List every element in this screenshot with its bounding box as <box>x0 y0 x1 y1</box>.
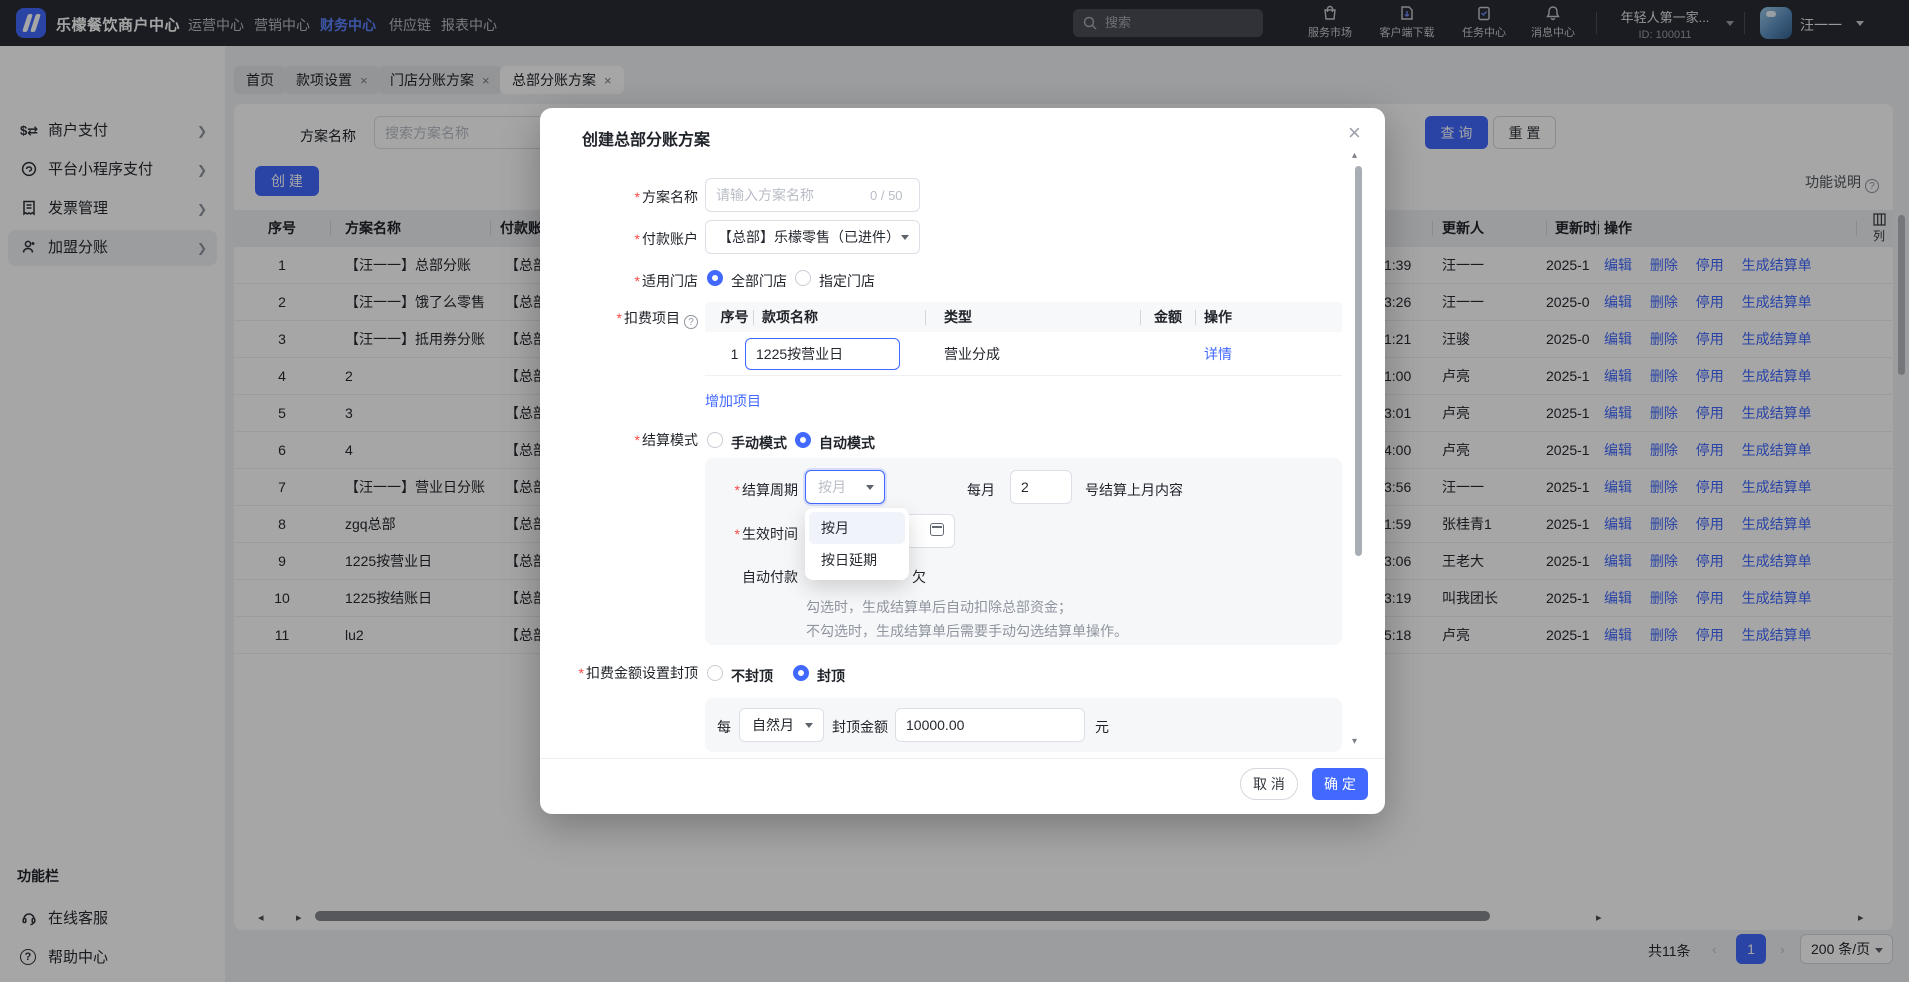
required-asterisk: * <box>734 482 740 498</box>
radio-no-cap[interactable] <box>707 665 723 681</box>
radio-specified-stores[interactable] <box>795 270 811 286</box>
item-detail-link[interactable]: 详情 <box>1204 332 1232 376</box>
chevron-down-icon <box>901 235 909 240</box>
deduction-items-label: * 扣费项目? <box>568 308 698 329</box>
stores-label: * 适用门店 <box>634 273 698 289</box>
footer-divider <box>540 758 1385 759</box>
auto-pay-label: 自动付款 <box>742 569 798 585</box>
settlement-cycle-label: * 结算周期 <box>734 482 798 498</box>
auto-mode-panel: *结算周期 按月 每月 号结算上月内容 *生效时间 自动付款 欠 勾选时，生成结… <box>705 458 1342 645</box>
modal-scrollbar[interactable] <box>1355 166 1362 556</box>
chevron-down-icon <box>866 485 874 490</box>
radio-manual-mode-label[interactable]: 手动模式 <box>731 433 787 453</box>
settlement-day-input[interactable] <box>1010 470 1072 504</box>
close-icon[interactable]: × <box>1348 120 1361 146</box>
payer-account-label: * 付款账户 <box>634 231 698 247</box>
radio-cap[interactable] <box>793 665 809 681</box>
required-asterisk: * <box>616 310 622 326</box>
auto-pay-help-line2: 不勾选时，生成结算单后需要手动勾选结算单操作。 <box>806 623 1128 639</box>
column-divider <box>753 310 754 325</box>
item-type: 营业分成 <box>944 346 1000 362</box>
required-asterisk: * <box>578 665 584 681</box>
auto-pay-help-line1: 勾选时，生成结算单后自动扣除总部资金； <box>806 599 1072 615</box>
plan-name-label: * 方案名称 <box>634 189 698 205</box>
column-divider <box>1140 310 1141 325</box>
cap-amount-input[interactable] <box>895 708 1085 742</box>
radio-specified-stores-label[interactable]: 指定门店 <box>819 271 875 291</box>
required-asterisk: * <box>634 432 640 448</box>
monthly-suffix: 号结算上月内容 <box>1085 482 1183 498</box>
radio-cap-label[interactable]: 封顶 <box>817 666 845 686</box>
cap-panel: 每 自然月 封顶金额 元 <box>705 698 1342 752</box>
radio-auto-mode[interactable] <box>795 432 811 448</box>
item-table-header: 序号 款项名称 类型 金额 操作 <box>705 302 1342 332</box>
dropdown-option-daily-deferred[interactable]: 按日延期 <box>809 544 905 576</box>
settlement-mode-label: * 结算模式 <box>634 432 698 448</box>
app-screen: 乐檬餐饮商户中心 运营中心 营销中心 财务中心 供应链 报表中心 服务市场 客户… <box>0 0 1909 982</box>
required-asterisk: * <box>634 189 640 205</box>
item-table-row: 1 营业分成 详情 <box>705 332 1342 376</box>
scroll-down-icon[interactable]: ▾ <box>1352 736 1357 747</box>
auto-pay-text-fragment: 欠 <box>912 569 926 585</box>
payer-account-select[interactable]: 【总部】乐檬零售（已进件） <box>705 220 920 254</box>
confirm-button[interactable]: 确 定 <box>1312 768 1368 800</box>
calendar-icon <box>930 523 944 536</box>
effective-time-label: * 生效时间 <box>734 526 798 542</box>
radio-no-cap-label[interactable]: 不封顶 <box>731 666 773 686</box>
radio-manual-mode[interactable] <box>707 432 723 448</box>
column-divider <box>1195 310 1196 325</box>
required-asterisk: * <box>734 526 740 542</box>
cap-period-select[interactable]: 自然月 <box>739 708 824 742</box>
create-hq-split-plan-dialog: 创建总部分账方案 × *方案名称 0 / 50 *付款账户 【总部】乐檬零售（已… <box>540 108 1385 814</box>
cap-unit: 元 <box>1095 719 1109 735</box>
radio-all-stores-label[interactable]: 全部门店 <box>731 271 787 291</box>
cancel-button[interactable]: 取 消 <box>1240 768 1298 800</box>
radio-all-stores[interactable] <box>707 270 723 286</box>
chevron-down-icon <box>805 723 813 728</box>
add-item-link[interactable]: 增加项目 <box>705 391 761 411</box>
settlement-cycle-select[interactable]: 按月 <box>805 470 885 504</box>
monthly-prefix: 每月 <box>967 482 995 498</box>
dialog-title: 创建总部分账方案 <box>582 132 711 149</box>
required-asterisk: * <box>634 273 640 289</box>
radio-auto-mode-label[interactable]: 自动模式 <box>819 433 875 453</box>
cap-amount-label: 封顶金额 <box>832 719 888 735</box>
dropdown-option-monthly[interactable]: 按月 <box>809 512 905 544</box>
cycle-dropdown: 按月 按日延期 <box>805 508 909 580</box>
scroll-up-icon[interactable]: ▴ <box>1352 150 1357 161</box>
cap-setting-label: * 扣费金额设置封顶 <box>578 665 698 681</box>
required-asterisk: * <box>634 231 640 247</box>
char-counter: 0 / 50 <box>870 188 903 203</box>
column-divider <box>925 310 926 325</box>
item-name-input[interactable] <box>745 338 900 370</box>
cap-per-label: 每 <box>717 719 731 735</box>
help-circle-icon: ? <box>684 315 698 329</box>
